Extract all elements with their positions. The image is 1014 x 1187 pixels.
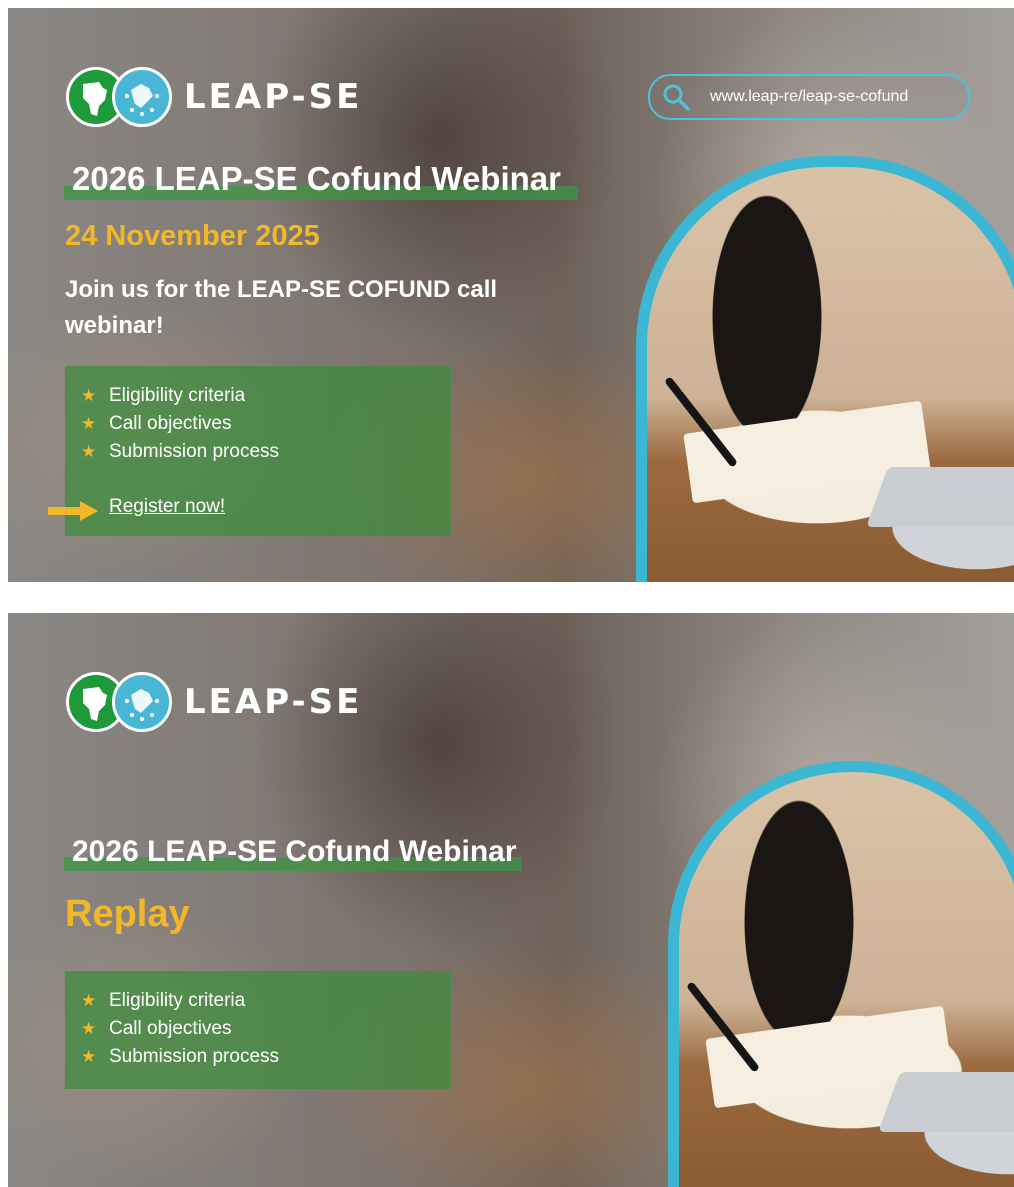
list-item: ★ Eligibility criteria [81,382,451,410]
woman-writing-photo [636,156,1014,582]
logo-text: LEAP-SE [184,682,363,722]
list-item: ★ Call objectives [81,1015,451,1043]
website-search-pill[interactable]: www.leap-re/leap-se-cofund [648,74,970,120]
woman-writing-photo [668,761,1014,1187]
star-icon: ★ [81,386,97,405]
webinar-banner-replay: LEAP-SE 2026 LEAP-SE Cofund Webinar Repl… [8,613,1014,1187]
webinar-title: 2026 LEAP-SE Cofund Webinar [64,160,578,200]
star-icon: ★ [81,414,97,433]
laptop-illustration [866,467,1014,527]
europe-stars-icon [112,67,172,127]
leap-se-logo: LEAP-SE [66,66,362,128]
star-icon: ★ [81,991,97,1010]
replay-label: Replay [65,893,190,935]
webinar-title: 2026 LEAP-SE Cofund Webinar [64,835,522,871]
star-icon: ★ [81,442,97,461]
logo-text: LEAP-SE [184,77,363,117]
register-now-link[interactable]: Register now! [109,496,225,518]
webinar-banner-announcement: LEAP-SE www.leap-re/leap-se-cofund 2026 … [8,8,1014,582]
europe-stars-icon [112,672,172,732]
list-item: ★ Submission process [81,438,451,466]
website-url[interactable]: www.leap-re/leap-se-cofund [710,88,908,106]
topics-box: ★ Eligibility criteria ★ Call objectives ★… [65,971,451,1089]
laptop-illustration [878,1072,1014,1132]
star-icon: ★ [81,1047,97,1066]
webinar-subtitle: Join us for the LEAP-SE COFUND call webi… [65,276,498,339]
star-icon: ★ [81,1019,97,1038]
search-icon [663,84,690,111]
topics-box: ★ Eligibility criteria ★ Call objectives ★… [65,366,451,536]
list-item: ★ Eligibility criteria [81,987,451,1015]
webinar-date: 24 November 2025 [65,220,320,252]
arrow-right-icon [48,501,98,521]
leap-se-logo: LEAP-SE [66,671,362,733]
list-item: ★ Call objectives [81,410,451,438]
list-item: ★ Submission process [81,1043,451,1071]
